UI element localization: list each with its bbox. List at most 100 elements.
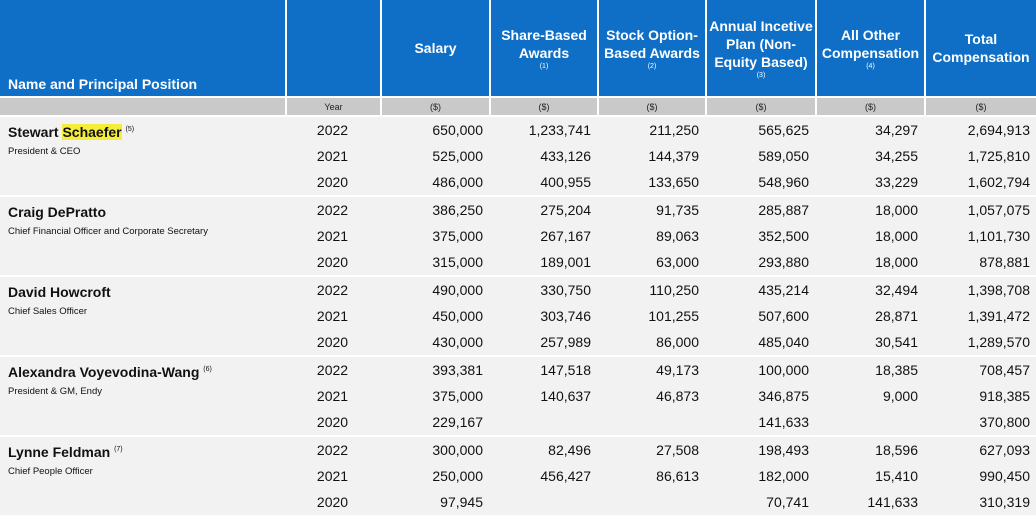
salary-cell: 229,167 <box>380 409 489 435</box>
executive-footnote: (5) <box>125 126 135 133</box>
executive-name: Craig DePratto <box>8 201 285 221</box>
total-cell: 918,385 <box>924 383 1036 409</box>
executive-cell: David Howcroft Chief Sales Officer <box>0 275 285 355</box>
other-cell: 28,871 <box>815 303 924 329</box>
salary-cell: 300,000 <box>380 435 489 463</box>
year-cell: 2022 <box>285 275 380 303</box>
option-cell: 27,508 <box>597 435 705 463</box>
executive-name: Lynne Feldman (7) <box>8 441 285 461</box>
units-blank <box>0 96 285 115</box>
header-other-note: (4) <box>866 62 875 70</box>
header-other-compensation: All Other Compensation (4) <box>815 0 924 96</box>
incentive-cell: 141,633 <box>705 409 815 435</box>
total-cell: 1,057,075 <box>924 195 1036 223</box>
total-cell: 370,800 <box>924 409 1036 435</box>
incentive-cell: 548,960 <box>705 169 815 195</box>
other-cell: 18,596 <box>815 435 924 463</box>
salary-cell: 386,250 <box>380 195 489 223</box>
year-cell: 2020 <box>285 249 380 275</box>
salary-cell: 315,000 <box>380 249 489 275</box>
share-cell: 456,427 <box>489 463 597 489</box>
salary-cell: 525,000 <box>380 143 489 169</box>
year-cell: 2020 <box>285 489 380 515</box>
year-cell: 2021 <box>285 463 380 489</box>
salary-cell: 430,000 <box>380 329 489 355</box>
year-cell: 2021 <box>285 223 380 249</box>
total-cell: 1,289,570 <box>924 329 1036 355</box>
incentive-cell: 352,500 <box>705 223 815 249</box>
option-cell: 86,613 <box>597 463 705 489</box>
total-cell: 627,093 <box>924 435 1036 463</box>
executive-name-text: Craig DePratto <box>8 204 107 220</box>
option-cell: 89,063 <box>597 223 705 249</box>
executive-cell: Lynne Feldman (7) Chief People Officer <box>0 435 285 515</box>
share-cell: 147,518 <box>489 355 597 383</box>
header-share-based-note: (1) <box>539 62 549 70</box>
year-cell: 2022 <box>285 435 380 463</box>
units-share-based: ($) <box>489 96 597 115</box>
total-cell: 2,694,913 <box>924 115 1036 143</box>
year-cell: 2021 <box>285 303 380 329</box>
incentive-cell: 507,600 <box>705 303 815 329</box>
option-cell: 49,173 <box>597 355 705 383</box>
year-cell: 2020 <box>285 169 380 195</box>
header-option-based-label: Stock Option-Based Awards <box>604 26 700 61</box>
year-cell: 2021 <box>285 143 380 169</box>
executive-name: Stewart Schaefer (5) <box>8 121 285 141</box>
year-cell: 2022 <box>285 355 380 383</box>
option-cell <box>597 489 705 515</box>
year-cell: 2022 <box>285 115 380 143</box>
incentive-cell: 435,214 <box>705 275 815 303</box>
incentive-cell: 182,000 <box>705 463 815 489</box>
other-cell: 30,541 <box>815 329 924 355</box>
executive-footnote: (6) <box>203 366 212 373</box>
table-row: Stewart Schaefer (5) President & CEO 2022 6… <box>0 115 1036 195</box>
table-row: Lynne Feldman (7) Chief People Officer 202… <box>0 435 1036 515</box>
units-incentive: ($) <box>705 96 815 115</box>
salary-cell: 450,000 <box>380 303 489 329</box>
incentive-cell: 70,741 <box>705 489 815 515</box>
salary-cell: 375,000 <box>380 383 489 409</box>
units-row: Year ($) ($) ($) ($) ($) ($) <box>0 96 1036 115</box>
incentive-cell: 285,887 <box>705 195 815 223</box>
incentive-cell: 346,875 <box>705 383 815 409</box>
incentive-cell: 589,050 <box>705 143 815 169</box>
option-cell: 110,250 <box>597 275 705 303</box>
salary-cell: 375,000 <box>380 223 489 249</box>
total-cell: 310,319 <box>924 489 1036 515</box>
units-total: ($) <box>924 96 1036 115</box>
units-option-based: ($) <box>597 96 705 115</box>
option-cell: 101,255 <box>597 303 705 329</box>
total-cell: 1,391,472 <box>924 303 1036 329</box>
total-cell: 878,881 <box>924 249 1036 275</box>
executive-name-highlight: Schaefer <box>62 124 122 140</box>
header-salary: Salary <box>380 0 489 96</box>
header-share-based-awards: Share-Based Awards (1) <box>489 0 597 96</box>
salary-cell: 97,945 <box>380 489 489 515</box>
executive-title: Chief Sales Officer <box>8 306 88 317</box>
option-cell: 211,250 <box>597 115 705 143</box>
total-cell: 1,398,708 <box>924 275 1036 303</box>
table-row: Alexandra Voyevodina-Wang (6) President &… <box>0 355 1036 435</box>
share-cell: 267,167 <box>489 223 597 249</box>
units-other: ($) <box>815 96 924 115</box>
incentive-cell: 485,040 <box>705 329 815 355</box>
option-cell: 46,873 <box>597 383 705 409</box>
total-cell: 1,602,794 <box>924 169 1036 195</box>
other-cell: 34,255 <box>815 143 924 169</box>
header-year <box>285 0 380 96</box>
header-row: Name and Principal Position Salary Share… <box>0 0 1036 96</box>
executive-name: David Howcroft <box>8 281 285 301</box>
option-cell: 63,000 <box>597 249 705 275</box>
year-cell: 2020 <box>285 409 380 435</box>
executive-title: President & CEO <box>8 146 81 157</box>
executive-name-text: Alexandra Voyevodina-Wang <box>8 364 200 380</box>
share-cell: 303,746 <box>489 303 597 329</box>
year-cell: 2021 <box>285 383 380 409</box>
other-cell: 18,000 <box>815 223 924 249</box>
share-cell: 330,750 <box>489 275 597 303</box>
other-cell <box>815 409 924 435</box>
header-incentive-note: (3) <box>756 71 766 79</box>
option-cell: 86,000 <box>597 329 705 355</box>
option-cell <box>597 409 705 435</box>
